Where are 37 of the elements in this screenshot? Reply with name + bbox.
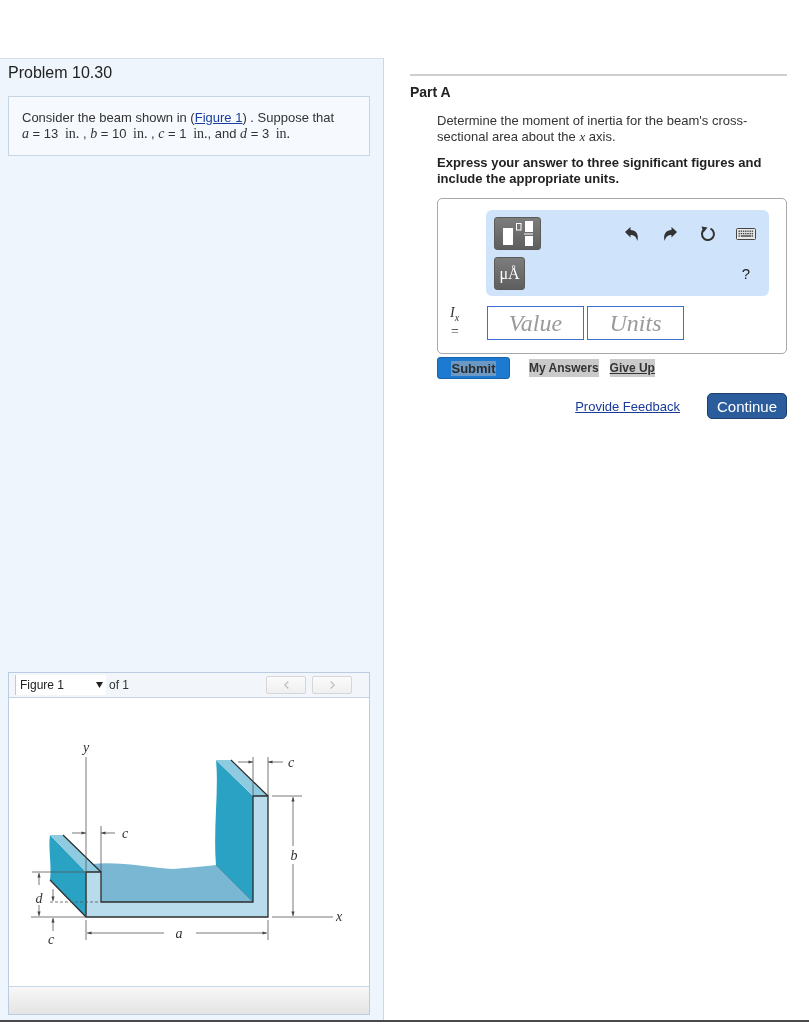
dimension-label: c: [121, 826, 129, 841]
dimension-label: b: [290, 848, 298, 863]
continue-button[interactable]: Continue: [706, 393, 787, 419]
my-answers-button[interactable]: My Answers: [529, 359, 599, 377]
templates-button[interactable]: [494, 217, 541, 250]
units-field[interactable]: Units: [587, 306, 684, 340]
help-button[interactable]: ?: [741, 265, 751, 282]
problem-title: Problem 10.30: [8, 64, 113, 82]
figure-select[interactable]: Figure 1: [15, 675, 106, 695]
x-axis: [271, 916, 334, 918]
dimension-label: a: [175, 926, 183, 941]
figure-count: of 1: [109, 678, 129, 692]
axis-label: y: [82, 740, 90, 755]
dimension-line: [71, 825, 116, 872]
axis-label: x: [335, 909, 343, 924]
submit-button[interactable]: Submit: [437, 357, 510, 379]
dimension-label: c: [287, 755, 295, 770]
chevron-left-icon: [283, 681, 289, 689]
give-up-button[interactable]: Give Up: [609, 359, 655, 377]
answer-label: I$_{x}$ =: [450, 306, 461, 339]
problem-statement: Consider the beam shown in (Figure 1) . Suppose that a = 13 in. , b = 10 in. , c = 1 in., and d = 3 in.: [22, 110, 336, 142]
squares-fraction-icon: [502, 221, 533, 246]
units-button[interactable]: μÅ: [494, 257, 525, 290]
dimension-label: c: [47, 932, 55, 947]
part-title: Part A: [410, 84, 452, 100]
figure-link[interactable]: Figure 1: [194, 110, 243, 125]
dimension-label: d: [35, 891, 43, 906]
redo-icon[interactable]: [663, 226, 677, 241]
caret-down-icon: [96, 682, 103, 688]
feedback-link[interactable]: Provide Feedback: [575, 398, 680, 414]
value-field[interactable]: Value: [487, 306, 584, 340]
chevron-right-icon: [329, 681, 335, 689]
keyboard-icon[interactable]: [736, 227, 756, 240]
undo-icon[interactable]: [625, 226, 639, 241]
instruction-text: Express your answer to three significant figures and include the appropriate units.: [437, 155, 763, 187]
refresh-icon[interactable]: [700, 225, 716, 242]
question-text: Determine the moment of inertia for the beam's cross-sectional area about the x axis.: [437, 113, 749, 145]
